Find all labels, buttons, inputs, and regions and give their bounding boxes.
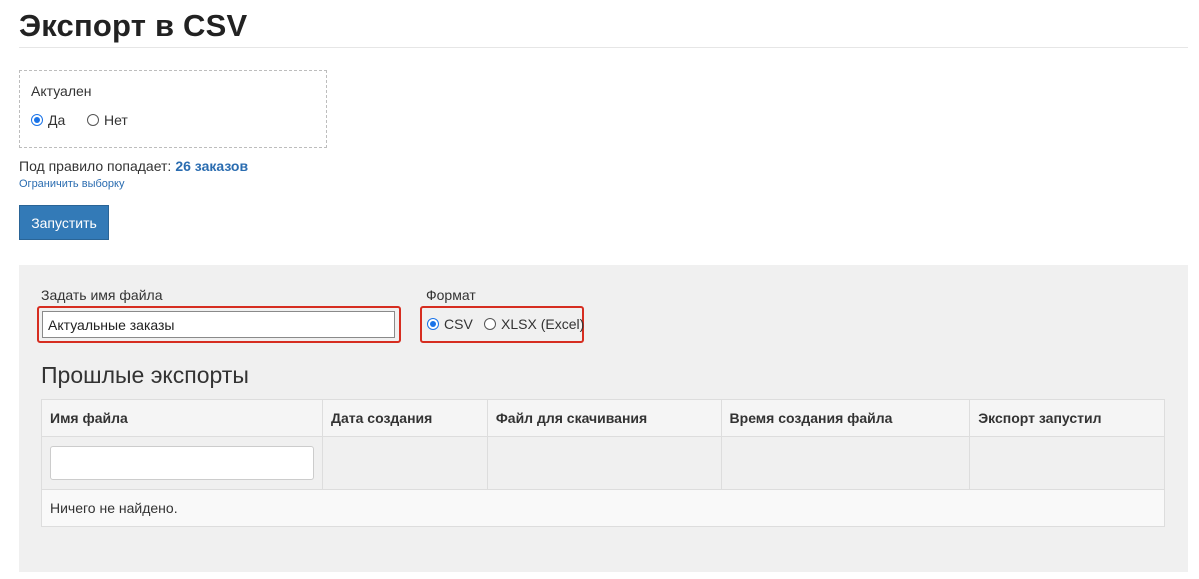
radio-yes-label: Да	[48, 112, 66, 128]
column-header-created-date[interactable]: Дата создания	[322, 399, 488, 437]
radio-no[interactable]: Нет	[87, 112, 128, 128]
format-xlsx-label: XLSX (Excel)	[501, 316, 585, 332]
past-exports-title: Прошлые экспорты	[41, 362, 249, 388]
format-csv-radio[interactable]: CSV	[427, 316, 473, 332]
radio-no-indicator[interactable]	[87, 114, 99, 126]
page-title: Экспорт в CSV	[19, 8, 248, 43]
title-divider	[19, 47, 1188, 48]
format-xlsx-indicator[interactable]	[484, 318, 496, 330]
limit-selection-link[interactable]: Ограничить выборку	[19, 178, 124, 190]
actual-filter-label: Актуален	[31, 83, 92, 99]
radio-no-label: Нет	[104, 112, 128, 128]
format-xlsx-radio[interactable]: XLSX (Excel)	[484, 316, 584, 332]
filter-cell-started-by	[969, 436, 1165, 490]
radio-yes-indicator[interactable]	[31, 114, 43, 126]
empty-message: Ничего не найдено.	[41, 489, 1165, 527]
filename-input[interactable]	[42, 311, 395, 338]
filename-label: Задать имя файла	[41, 287, 163, 303]
run-button[interactable]: Запустить	[19, 205, 109, 240]
export-panel: Задать имя файла Формат CSV XLSX (Excel)…	[19, 265, 1188, 572]
filter-cell-file-created-time	[720, 436, 971, 490]
filename-filter-input[interactable]	[50, 446, 314, 480]
past-exports-table: Имя файла Дата создания Файл для скачива…	[41, 399, 1165, 527]
filter-cell-created-date	[322, 436, 488, 490]
rule-count-link[interactable]: 26 заказов	[175, 158, 248, 174]
column-header-download-file[interactable]: Файл для скачивания	[486, 399, 722, 437]
column-header-filename[interactable]: Имя файла	[41, 399, 323, 437]
column-header-started-by[interactable]: Экспорт запустил	[969, 399, 1165, 437]
actual-filter-box: Актуален Да Нет	[19, 70, 327, 148]
table-header-row: Имя файла Дата создания Файл для скачива…	[41, 399, 1165, 437]
filter-cell-filename	[41, 436, 323, 490]
radio-yes[interactable]: Да	[31, 112, 65, 128]
filter-cell-download-file	[486, 436, 722, 490]
format-label: Формат	[426, 287, 476, 303]
table-empty-row: Ничего не найдено.	[41, 489, 1165, 527]
rule-summary: Под правило попадает: 26 заказов	[19, 158, 248, 174]
format-csv-indicator[interactable]	[427, 318, 439, 330]
format-csv-label: CSV	[444, 316, 473, 332]
table-filter-row	[41, 436, 1165, 490]
rule-prefix: Под правило попадает:	[19, 158, 172, 174]
column-header-file-created-time[interactable]: Время создания файла	[720, 399, 971, 437]
